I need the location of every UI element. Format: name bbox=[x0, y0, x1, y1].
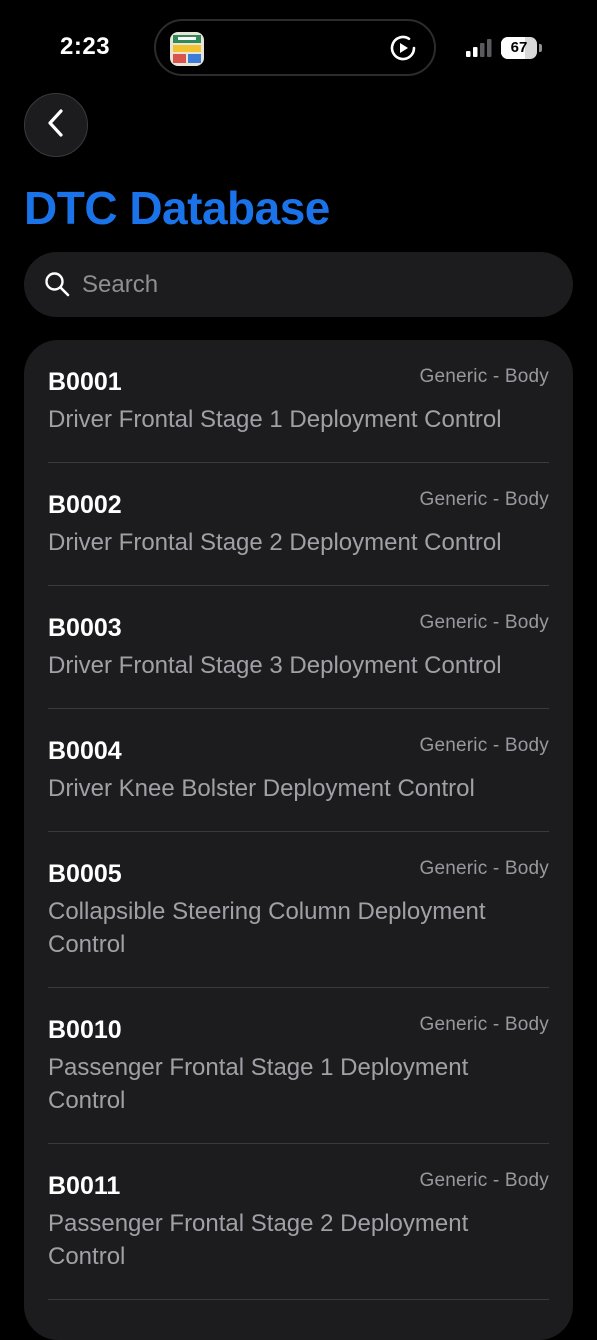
dtc-code: B0003 bbox=[48, 614, 122, 642]
status-bar: 2:23 67 bbox=[0, 0, 597, 96]
dtc-description: Passenger Frontal Stage 1 Deployment Con… bbox=[48, 1054, 469, 1114]
list-item[interactable]: B0004 Generic - Body Driver Knee Bolster… bbox=[48, 709, 549, 832]
dtc-list: B0001 Generic - Body Driver Frontal Stag… bbox=[24, 340, 573, 1340]
battery-level: 67 bbox=[510, 39, 528, 56]
dtc-description: Collapsible Steering Column Deployment C… bbox=[48, 898, 486, 958]
app-thumbnail-icon bbox=[170, 32, 204, 66]
dtc-category: Generic - Body bbox=[419, 735, 549, 756]
dtc-code: B0005 bbox=[48, 860, 122, 888]
list-item[interactable]: B0005 Generic - Body Collapsible Steerin… bbox=[48, 832, 549, 988]
list-item[interactable]: B0002 Generic - Body Driver Frontal Stag… bbox=[48, 463, 549, 586]
page-title: DTC Database bbox=[24, 182, 330, 234]
dtc-description: Driver Knee Bolster Deployment Control bbox=[48, 775, 475, 802]
status-time: 2:23 bbox=[60, 33, 111, 60]
list-item[interactable]: B0011 Generic - Body Passenger Frontal S… bbox=[48, 1144, 549, 1300]
dtc-code: B0002 bbox=[48, 491, 122, 519]
dtc-category: Generic - Body bbox=[419, 489, 549, 510]
chevron-left-icon bbox=[45, 108, 67, 143]
play-circle-icon[interactable] bbox=[388, 33, 418, 63]
battery-icon: 67 bbox=[501, 37, 543, 59]
dtc-code: B0010 bbox=[48, 1016, 122, 1044]
dtc-category: Generic - Body bbox=[419, 366, 549, 387]
dtc-description: Passenger Frontal Stage 2 Deployment Con… bbox=[48, 1210, 469, 1270]
dtc-category: Generic - Body bbox=[419, 612, 549, 633]
dtc-description: Driver Frontal Stage 2 Deployment Contro… bbox=[48, 529, 502, 556]
list-item[interactable]: B0010 Generic - Body Passenger Frontal S… bbox=[48, 988, 549, 1144]
dtc-code: B0004 bbox=[48, 737, 122, 765]
dtc-category: Generic - Body bbox=[419, 1170, 549, 1191]
dtc-description: Driver Frontal Stage 1 Deployment Contro… bbox=[48, 406, 502, 433]
list-item[interactable]: B0003 Generic - Body Driver Frontal Stag… bbox=[48, 586, 549, 709]
back-button[interactable] bbox=[24, 93, 88, 157]
cellular-signal-icon bbox=[466, 39, 494, 57]
search-bar[interactable] bbox=[24, 252, 573, 317]
dtc-code: B0011 bbox=[48, 1172, 121, 1200]
dynamic-island[interactable] bbox=[154, 19, 436, 76]
search-icon bbox=[44, 271, 70, 297]
dtc-category: Generic - Body bbox=[419, 858, 549, 879]
dtc-category: Generic - Body bbox=[419, 1014, 549, 1035]
search-input[interactable] bbox=[82, 252, 552, 317]
dtc-description: Driver Frontal Stage 3 Deployment Contro… bbox=[48, 652, 502, 679]
dtc-code: B0001 bbox=[48, 368, 122, 396]
list-item[interactable]: B0001 Generic - Body Driver Frontal Stag… bbox=[48, 340, 549, 463]
